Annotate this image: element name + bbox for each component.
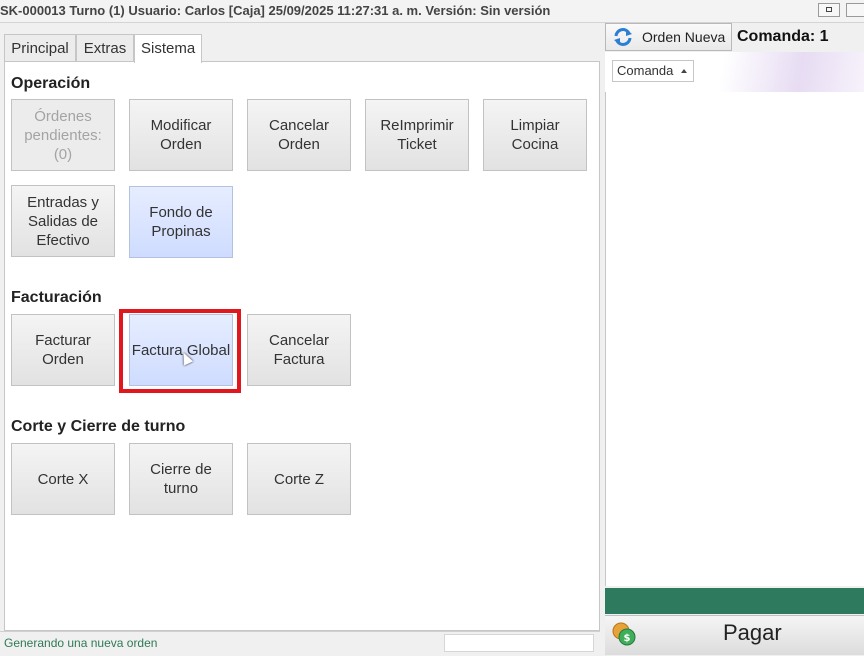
window-title: SK-000013 Turno (1) Usuario: Carlos [Caj… — [0, 3, 551, 18]
status-field — [444, 634, 594, 652]
cancelar-orden-button[interactable]: Cancelar Orden — [247, 99, 351, 171]
corte-z-button[interactable]: Corte Z — [247, 443, 351, 515]
refresh-icon — [614, 28, 632, 46]
restore-icon[interactable] — [818, 3, 840, 17]
fondo-propinas-button[interactable]: Fondo de Propinas — [129, 186, 233, 258]
sort-up-icon — [681, 69, 687, 73]
status-text: Generando una nueva orden — [4, 636, 158, 650]
ordenes-pendientes-button[interactable]: Órdenes pendientes: (0) — [11, 99, 115, 171]
reimprimir-ticket-button[interactable]: ReImprimir Ticket — [365, 99, 469, 171]
close-button[interactable] — [846, 3, 864, 17]
comanda-number: Comanda: 1 — [737, 28, 829, 45]
order-header: Orden Nueva Comanda: 1 — [605, 23, 864, 51]
factura-global-button[interactable]: Factura Global — [129, 314, 233, 386]
sistema-panel: Operación Órdenes pendientes: (0) Modifi… — [4, 61, 600, 631]
pagar-button[interactable]: $ Pagar — [605, 615, 864, 655]
section-title-operacion: Operación — [11, 75, 91, 92]
svg-text:$: $ — [624, 633, 631, 644]
tab-extras[interactable]: Extras — [76, 34, 134, 61]
title-bar: SK-000013 Turno (1) Usuario: Carlos [Caj… — [0, 0, 864, 23]
section-title-facturacion: Facturación — [11, 289, 102, 306]
modificar-orden-button[interactable]: Modificar Orden — [129, 99, 233, 171]
coin-icon: $ — [612, 622, 636, 646]
corte-x-button[interactable]: Corte X — [11, 443, 115, 515]
tab-principal[interactable]: Principal — [4, 34, 76, 61]
comanda-column-label: Comanda — [617, 63, 674, 78]
pagar-label: Pagar — [723, 620, 782, 645]
cierre-turno-button[interactable]: Cierre de turno — [129, 443, 233, 515]
tab-sistema[interactable]: Sistema — [134, 34, 202, 63]
order-list-header: Comanda — [605, 52, 864, 93]
section-title-corte: Corte y Cierre de turno — [11, 418, 186, 435]
comanda-column-header[interactable]: Comanda — [612, 60, 694, 82]
cancelar-factura-button[interactable]: Cancelar Factura — [247, 314, 351, 386]
orden-nueva-label: Orden Nueva — [642, 29, 726, 45]
entradas-salidas-efectivo-button[interactable]: Entradas y Salidas de Efectivo — [11, 185, 115, 257]
status-bar: Generando una nueva orden — [0, 631, 600, 656]
total-bar — [605, 588, 864, 614]
facturar-orden-button[interactable]: Facturar Orden — [11, 314, 115, 386]
orden-nueva-button[interactable]: Orden Nueva — [605, 23, 732, 51]
limpiar-cocina-button[interactable]: Limpiar Cocina — [483, 99, 587, 171]
order-list[interactable] — [605, 92, 864, 586]
